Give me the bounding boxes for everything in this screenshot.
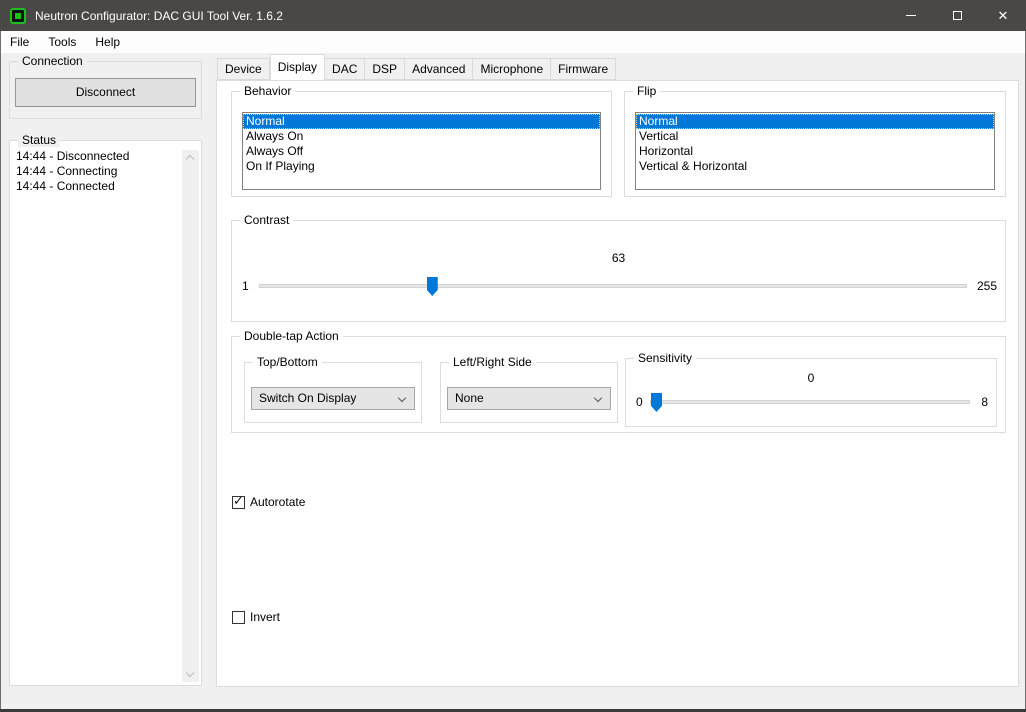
contrast-slider[interactable] [259,277,967,296]
flip-group-label: Flip [633,84,660,98]
close-button[interactable]: ✕ [980,0,1026,31]
left-right-select[interactable]: None [447,387,611,410]
sensitivity-max-label: 8 [981,393,988,412]
contrast-max-label: 255 [977,277,997,296]
contrast-slider-thumb[interactable] [427,277,438,296]
maximize-icon [953,11,962,20]
tab-dac[interactable]: DAC [325,58,365,80]
connection-group: Connection Disconnect [9,61,202,119]
contrast-value: 63 [232,251,1005,265]
app-chip-icon [10,8,26,24]
autorotate-checkbox-row[interactable]: ✓ Autorotate [232,495,305,509]
disconnect-button[interactable]: Disconnect [15,78,196,107]
sensitivity-value: 0 [626,371,996,385]
left-right-group: Left/Right Side None [440,362,618,423]
minimize-button[interactable] [888,0,934,31]
autorotate-checkbox[interactable]: ✓ [232,496,245,509]
window-controls: ✕ [888,0,1026,31]
flip-option-vertical[interactable]: Vertical [636,129,994,144]
status-entry: 14:44 - Connected [14,179,179,194]
status-log-list[interactable]: 14:44 - Disconnected 14:44 - Connecting … [14,149,179,681]
invert-checkbox[interactable]: ✓ [232,611,245,624]
flip-option-normal[interactable]: Normal [636,114,994,129]
tab-firmware[interactable]: Firmware [551,58,616,80]
window-title: Neutron Configurator: DAC GUI Tool Ver. … [35,9,283,23]
scroll-up-icon[interactable] [182,150,199,167]
contrast-min-label: 1 [242,277,249,296]
tab-device[interactable]: Device [217,58,270,80]
autorotate-label: Autorotate [250,495,305,509]
menu-bar: File Tools Help [1,31,1025,53]
sensitivity-slider[interactable] [650,393,970,412]
invert-checkbox-row[interactable]: ✓ Invert [232,610,280,624]
tab-microphone[interactable]: Microphone [473,58,551,80]
sensitivity-group: Sensitivity 0 0 8 [625,358,997,427]
menu-file[interactable]: File [1,32,39,53]
behavior-group: Behavior Normal Always On Always Off On … [231,91,612,197]
contrast-slider-track[interactable] [259,284,967,288]
status-entry: 14:44 - Connecting [14,164,179,179]
behavior-option-normal[interactable]: Normal [243,114,600,129]
contrast-group-label: Contrast [240,213,293,227]
behavior-group-label: Behavior [240,84,295,98]
behavior-option-on-if-playing[interactable]: On If Playing [243,159,600,174]
sensitivity-slider-thumb[interactable] [651,393,662,412]
tab-advanced[interactable]: Advanced [405,58,473,80]
status-group: Status 14:44 - Disconnected 14:44 - Conn… [9,140,202,686]
tab-dsp[interactable]: DSP [365,58,405,80]
flip-option-vertical-horizontal[interactable]: Vertical & Horizontal [636,159,994,174]
flip-group: Flip Normal Vertical Horizontal Vertical… [624,91,1006,197]
close-icon: ✕ [998,9,1009,22]
left-right-group-label: Left/Right Side [449,355,536,369]
status-group-label: Status [18,133,60,147]
top-bottom-selected-value: Switch On Display [259,391,356,405]
top-bottom-group-label: Top/Bottom [253,355,322,369]
invert-label: Invert [250,610,280,624]
left-right-selected-value: None [455,391,484,405]
behavior-option-always-on[interactable]: Always On [243,129,600,144]
connection-group-label: Connection [18,54,87,68]
check-icon: ✓ [233,494,244,507]
title-bar: Neutron Configurator: DAC GUI Tool Ver. … [0,0,1026,31]
chevron-down-icon [398,394,406,402]
sensitivity-min-label: 0 [636,393,643,412]
behavior-listbox: Normal Always On Always Off On If Playin… [242,112,601,190]
behavior-option-always-off[interactable]: Always Off [243,144,600,159]
menu-tools[interactable]: Tools [39,32,86,53]
sensitivity-group-label: Sensitivity [634,351,696,365]
double-tap-group: Double-tap Action Top/Bottom Switch On D… [231,336,1006,433]
status-scrollbar[interactable] [182,150,199,682]
top-bottom-group: Top/Bottom Switch On Display [244,362,422,423]
app-window: Neutron Configurator: DAC GUI Tool Ver. … [0,0,1026,712]
menu-help[interactable]: Help [86,32,130,53]
minimize-icon [906,15,916,16]
sensitivity-slider-track[interactable] [650,400,970,404]
status-entry: 14:44 - Disconnected [14,149,179,164]
tab-display[interactable]: Display [270,54,325,80]
tab-strip: Device Display DAC DSP Advanced Micropho… [217,58,616,80]
flip-listbox: Normal Vertical Horizontal Vertical & Ho… [635,112,995,190]
display-tab-page: Behavior Normal Always On Always Off On … [216,80,1019,687]
double-tap-group-label: Double-tap Action [240,329,343,343]
flip-option-horizontal[interactable]: Horizontal [636,144,994,159]
chevron-down-icon [594,394,602,402]
maximize-button[interactable] [934,0,980,31]
top-bottom-select[interactable]: Switch On Display [251,387,415,410]
scroll-down-icon[interactable] [182,665,199,682]
contrast-group: Contrast 63 1 255 [231,220,1006,322]
